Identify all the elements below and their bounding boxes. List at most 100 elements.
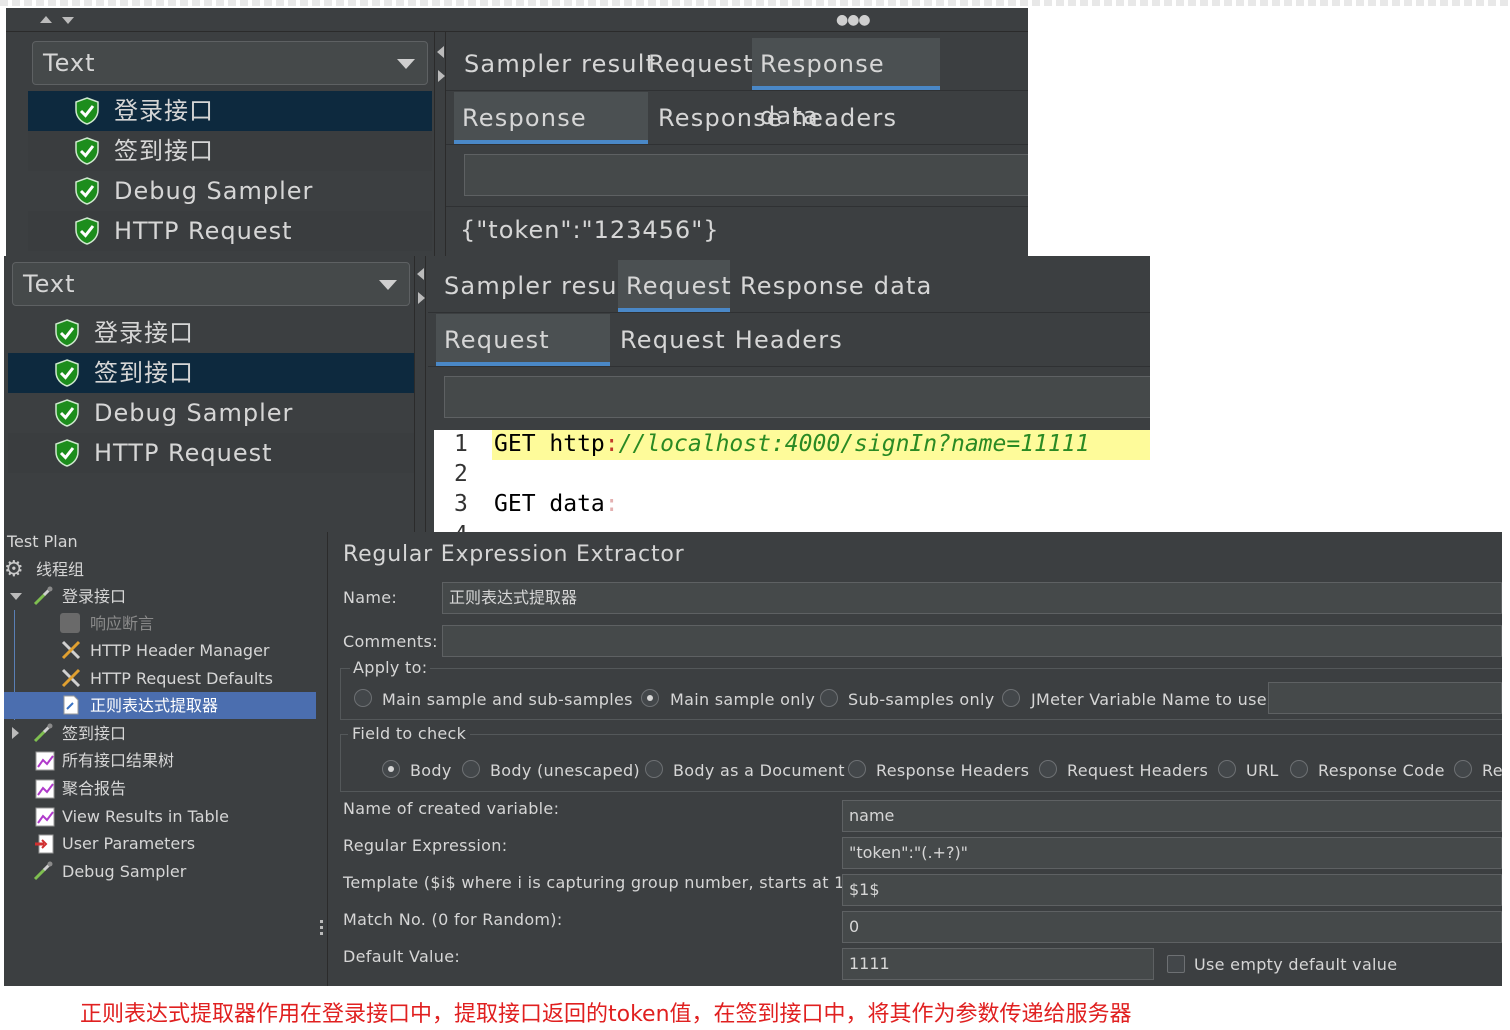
collapse-left-icon[interactable]: [417, 268, 424, 280]
radio-response-code[interactable]: [1290, 760, 1308, 778]
radio-body-unescaped[interactable]: [462, 760, 480, 778]
test-plan-tree: Test Plan ⚙ 线程组 登录接口 响应断言 HTTP Header Ma…: [4, 532, 316, 986]
search-field[interactable]: [444, 376, 1150, 418]
radio-response-message[interactable]: [1454, 760, 1472, 778]
drag-handle-icon[interactable]: ●●●: [836, 12, 871, 28]
sampler-pipette-icon: [33, 723, 53, 743]
tree-label: HTTP Request Defaults: [90, 669, 273, 688]
tab-request-body[interactable]: Request Body: [436, 314, 610, 406]
match-no-label: Match No. (0 for Random):: [343, 910, 563, 929]
collapse-left-icon[interactable]: [437, 46, 444, 58]
top-ruler: [0, 0, 1510, 6]
tree-results-tree[interactable]: 所有接口结果树: [4, 747, 316, 774]
match-no-input[interactable]: 0: [842, 911, 1502, 943]
radio-response-headers[interactable]: [848, 760, 866, 778]
renderer-select[interactable]: Text: [12, 262, 410, 306]
tab-response-data[interactable]: Response data: [732, 260, 941, 312]
tab-request-headers[interactable]: Request Headers: [612, 314, 851, 366]
apply-to-label: Apply to:: [350, 658, 431, 677]
tree-item-signin[interactable]: 签到接口: [8, 353, 414, 393]
tree-item-signin[interactable]: 签到接口: [28, 131, 432, 171]
radio-main-and-sub[interactable]: [354, 689, 372, 707]
use-empty-default-checkbox[interactable]: [1167, 955, 1185, 973]
tree-response-assertion[interactable]: 响应断言: [4, 610, 316, 637]
tab-request[interactable]: Request: [618, 260, 731, 312]
tab-response-data[interactable]: Response data: [752, 38, 940, 130]
request-code-editor[interactable]: 1 2 3 4 GET http://localhost:4000/signIn…: [434, 430, 1150, 536]
up-arrow-icon[interactable]: [40, 16, 52, 23]
radio-url[interactable]: [1218, 760, 1236, 778]
radio-sub-only[interactable]: [820, 689, 838, 707]
tree-item-login[interactable]: 登录接口: [28, 91, 432, 131]
field-to-check-label: Field to check: [348, 724, 471, 743]
line-number: 3: [454, 491, 468, 517]
tab-response-headers[interactable]: Response headers: [650, 92, 905, 144]
tree-item-label: HTTP Request: [114, 217, 293, 245]
regex-input[interactable]: "token":"(.+?)": [842, 837, 1502, 869]
split-pane-divider[interactable]: [434, 32, 446, 258]
down-arrow-icon[interactable]: [62, 17, 74, 24]
chevron-down-icon: [397, 59, 415, 69]
tab-request[interactable]: Request: [640, 38, 762, 90]
tree-signin-sampler[interactable]: 签到接口: [4, 720, 316, 747]
tree-regex-extractor[interactable]: 正则表达式提取器: [4, 692, 316, 719]
tree-aggregate-report[interactable]: 聚合报告: [4, 775, 316, 802]
name-input[interactable]: 正则表达式提取器: [442, 582, 1502, 614]
radio-body[interactable]: [382, 760, 400, 778]
tree-http-header-manager[interactable]: HTTP Header Manager: [4, 637, 316, 664]
code-line-3: GET data:: [494, 491, 619, 517]
expand-right-icon[interactable]: [418, 292, 425, 304]
tree-item-login[interactable]: 登录接口: [8, 313, 414, 353]
tree-label: View Results in Table: [62, 807, 229, 826]
tab-strip-border: [428, 312, 1150, 313]
tree-item-debug-sampler[interactable]: Debug Sampler: [8, 393, 414, 433]
radio-request-headers-label: Request Headers: [1067, 761, 1209, 780]
drag-handle-icon[interactable]: [320, 920, 323, 936]
chart-graph-icon: [35, 779, 55, 799]
default-value-label: Default Value:: [343, 947, 461, 966]
tree-user-parameters[interactable]: User Parameters: [4, 830, 316, 857]
template-input[interactable]: $1$: [842, 874, 1502, 906]
tree-item-http-request[interactable]: HTTP Request: [8, 433, 414, 473]
tree-login-sampler[interactable]: 登录接口: [4, 583, 316, 610]
expand-down-icon[interactable]: [10, 593, 22, 600]
tab-sampler-result[interactable]: Sampler result: [436, 260, 644, 312]
radio-jmeter-variable[interactable]: [1002, 689, 1020, 707]
tree-http-request-defaults[interactable]: HTTP Request Defaults: [4, 665, 316, 692]
chart-graph-icon: [35, 751, 55, 771]
tree-label: 聚合报告: [62, 779, 127, 798]
search-field[interactable]: [464, 154, 1028, 196]
var-name-input[interactable]: name: [842, 800, 1502, 832]
expand-right-icon[interactable]: [438, 70, 445, 82]
regex-extractor-window: Test Plan ⚙ 线程组 登录接口 响应断言 HTTP Header Ma…: [4, 532, 1502, 986]
get-data-colon: :: [604, 491, 619, 517]
comments-input[interactable]: [442, 625, 1502, 657]
tab-sampler-result[interactable]: Sampler result: [456, 38, 664, 90]
tree-item-debug-sampler[interactable]: Debug Sampler: [28, 171, 432, 211]
tree-root-test-plan[interactable]: Test Plan: [7, 532, 319, 555]
tree-view-results-table[interactable]: View Results in Table: [4, 803, 316, 830]
radio-body-document[interactable]: [645, 760, 663, 778]
tree-debug-sampler[interactable]: Debug Sampler: [4, 858, 316, 885]
chevron-down-icon: [379, 280, 397, 290]
renderer-select[interactable]: Text: [32, 41, 428, 85]
name-label: Name:: [343, 588, 398, 607]
search-separator: [446, 206, 1028, 207]
var-name-label: Name of created variable:: [343, 799, 560, 818]
results-tree-panel-request: Text 登录接口 签到接口 Debug Sampler HTTP Reques…: [4, 256, 1150, 536]
jmeter-variable-input[interactable]: [1268, 682, 1502, 714]
default-value-input[interactable]: 1111: [842, 948, 1154, 980]
tab-response-body[interactable]: Response Body: [454, 92, 648, 184]
expand-right-icon[interactable]: [12, 727, 19, 739]
split-pane-divider[interactable]: [414, 256, 426, 536]
radio-main-only[interactable]: [641, 689, 659, 707]
gear-icon: ⚙: [4, 557, 24, 582]
url-rest: //localhost:4000/signIn?name=11111: [618, 431, 1090, 457]
parameters-page-icon: [35, 834, 54, 854]
tree-thread-group[interactable]: ⚙ 线程组: [4, 556, 316, 583]
radio-request-headers[interactable]: [1039, 760, 1057, 778]
success-shield-icon: [75, 177, 99, 205]
tree-item-http-request[interactable]: HTTP Request: [28, 211, 432, 251]
results-tree-panel-response: ●●● Text 登录接口 签到接口 Debug Sampler HTTP Re…: [6, 8, 1028, 258]
main-split-divider[interactable]: [316, 532, 328, 986]
